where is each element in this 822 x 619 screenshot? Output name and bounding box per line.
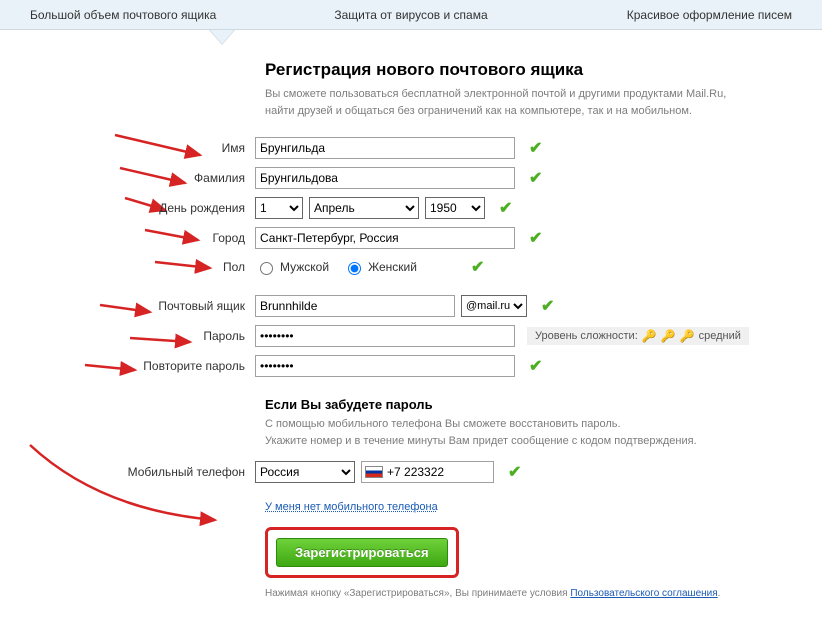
key-icon: 🔑 xyxy=(661,329,676,343)
check-icon: ✔ xyxy=(529,168,542,188)
check-icon: ✔ xyxy=(541,296,554,316)
no-phone-link[interactable]: У меня нет мобильного телефона xyxy=(265,501,438,513)
birthday-day-select[interactable]: 1 xyxy=(255,197,303,219)
check-icon: ✔ xyxy=(529,356,542,376)
tab-virus-spam[interactable]: Защита от вирусов и спама xyxy=(304,8,517,22)
terms-text: Нажимая кнопку «Зарегистрироваться», Вы … xyxy=(265,588,805,599)
forgot-subtitle: С помощью мобильного телефона Вы сможете… xyxy=(265,416,805,449)
tab-mailbox-size[interactable]: Большой объем почтового ящика xyxy=(0,8,246,22)
tab-design[interactable]: Красивое оформление писем xyxy=(597,8,822,22)
label-city: Город xyxy=(125,231,255,245)
label-password: Пароль xyxy=(125,329,255,343)
page-subtitle: Вы сможете пользоваться бесплатной элект… xyxy=(265,86,805,119)
phone-input[interactable] xyxy=(383,463,493,481)
key-icon: 🔑 xyxy=(642,329,657,343)
forgot-title: Если Вы забудете пароль xyxy=(265,397,805,412)
label-gender: Пол xyxy=(125,260,255,274)
password2-input[interactable] xyxy=(255,355,515,377)
label-password2: Повторите пароль xyxy=(125,359,255,373)
key-icon: 🔑 xyxy=(680,329,695,343)
label-firstname: Имя xyxy=(125,141,255,155)
phone-country-select[interactable]: Россия xyxy=(255,461,355,483)
mail-domain-select[interactable]: @mail.ru xyxy=(461,295,527,317)
label-birthday: День рождения xyxy=(125,201,255,215)
strength-label: Уровень сложности: xyxy=(535,330,638,342)
mailbox-input[interactable] xyxy=(255,295,455,317)
birthday-year-select[interactable]: 1950 xyxy=(425,197,485,219)
firstname-input[interactable] xyxy=(255,137,515,159)
strength-level: средний xyxy=(699,330,741,342)
label-mailbox: Почтовый ящик xyxy=(125,299,255,313)
page-title: Регистрация нового почтового ящика xyxy=(265,60,805,80)
password-strength: Уровень сложности: 🔑 🔑 🔑 средний xyxy=(527,327,749,345)
password-input[interactable] xyxy=(255,325,515,347)
check-icon: ✔ xyxy=(508,462,521,482)
check-icon: ✔ xyxy=(471,257,484,277)
gender-female-label: Женский xyxy=(368,260,417,274)
gender-male-label: Мужской xyxy=(280,260,329,274)
annotation-arrows xyxy=(0,30,235,560)
lastname-input[interactable] xyxy=(255,167,515,189)
city-input[interactable] xyxy=(255,227,515,249)
terms-link[interactable]: Пользовательского соглашения xyxy=(570,588,717,599)
birthday-month-select[interactable]: Апрель xyxy=(309,197,419,219)
top-tabs: Большой объем почтового ящика Защита от … xyxy=(0,0,822,30)
label-lastname: Фамилия xyxy=(125,171,255,185)
check-icon: ✔ xyxy=(499,198,512,218)
gender-female-radio[interactable] xyxy=(348,262,361,275)
label-phone: Мобильный телефон xyxy=(125,465,255,479)
check-icon: ✔ xyxy=(529,228,542,248)
register-highlight: Зарегистрироваться xyxy=(265,527,459,578)
flag-russia-icon xyxy=(365,466,383,478)
check-icon: ✔ xyxy=(529,138,542,158)
gender-male-radio[interactable] xyxy=(260,262,273,275)
